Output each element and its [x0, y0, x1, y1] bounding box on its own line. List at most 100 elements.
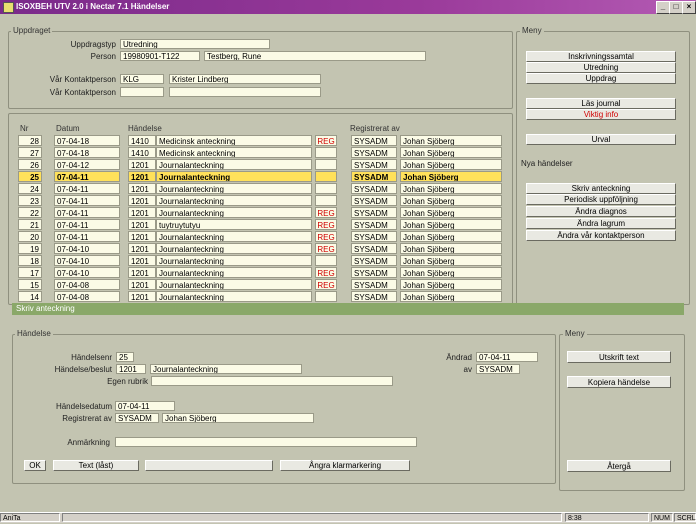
status-bar: AniTa 8:38 NUM SCRL	[0, 512, 696, 523]
row-datum: 07-04-18	[54, 147, 120, 158]
meny-label: Meny	[520, 26, 544, 35]
utredning-button[interactable]: Utredning	[526, 62, 676, 73]
handelsedatum-field[interactable]: 07-04-11	[115, 401, 175, 411]
row-reg: REG	[315, 267, 337, 278]
table-row[interactable]: 23 07-04-11 1201 Journalanteckning SYSADM Joh…	[18, 195, 518, 206]
andra-kontaktperson-button[interactable]: Ändra vår kontaktperson	[526, 230, 676, 241]
row-code: 1201	[128, 243, 156, 254]
kontakt2-code-field[interactable]	[120, 87, 164, 97]
av-field[interactable]: SYSADM	[476, 364, 520, 374]
table-row[interactable]: 22 07-04-11 1201 Journalanteckning REG SYSADM…	[18, 207, 518, 218]
row-name: Johan Sjöberg	[400, 135, 502, 146]
person-name-field[interactable]: Testberg, Rune	[204, 51, 426, 61]
row-user: SYSADM	[351, 207, 397, 218]
row-nr: 28	[18, 135, 42, 146]
egen-rubrik-label: Egen rubrik	[107, 377, 148, 386]
table-row[interactable]: 18 07-04-10 1201 Journalanteckning SYSADM Joh…	[18, 255, 518, 266]
periodisk-uppfoljning-button[interactable]: Periodisk uppföljning	[526, 194, 676, 205]
utskrift-text-button[interactable]: Utskrift text	[567, 351, 671, 363]
uppdrag-button[interactable]: Uppdrag	[526, 73, 676, 84]
maximize-button[interactable]: □	[669, 1, 683, 14]
row-nr: 15	[18, 279, 42, 290]
person-label: Person	[90, 52, 116, 61]
row-nr: 23	[18, 195, 42, 206]
table-row[interactable]: 20 07-04-11 1201 Journalanteckning REG SYSADM…	[18, 231, 518, 242]
angra-klarmarkering-button[interactable]: Ångra klarmarkering	[280, 460, 410, 471]
andrad-field[interactable]: 07-04-11	[476, 352, 538, 362]
urval-button[interactable]: Urval	[526, 134, 676, 145]
table-row[interactable]: 14 07-04-08 1201 Journalanteckning SYSADM Joh…	[18, 291, 518, 302]
reg-name-field[interactable]: Johan Sjöberg	[162, 413, 314, 423]
row-code: 1201	[128, 183, 156, 194]
reg-user-field[interactable]: SYSADM	[115, 413, 159, 423]
egen-rubrik-field[interactable]	[151, 376, 393, 386]
row-datum: 07-04-11	[54, 183, 120, 194]
row-text: tuytruytutyu	[156, 219, 312, 230]
row-reg: REG	[315, 207, 337, 218]
kopiera-handelse-button[interactable]: Kopiera händelse	[567, 376, 671, 388]
handelse-text-field[interactable]: Journalanteckning	[150, 364, 302, 374]
minimize-button[interactable]: _	[656, 1, 670, 14]
row-datum: 07-04-11	[54, 231, 120, 242]
row-user: SYSADM	[351, 183, 397, 194]
text-last-button[interactable]: Text (låst)	[53, 460, 139, 471]
row-datum: 07-04-08	[54, 291, 120, 302]
kontakt1-label: Vår Kontaktperson	[49, 75, 116, 84]
row-name: Johan Sjöberg	[400, 219, 502, 230]
table-row-selected[interactable]: 25 07-04-11 1201 Journalanteckning SYSADM Joh…	[18, 171, 518, 182]
table-row[interactable]: 19 07-04-10 1201 Journalanteckning REG SYSADM…	[18, 243, 518, 254]
nya-handelser-label: Nya händelser	[521, 159, 573, 168]
table-row[interactable]: 26 07-04-12 1201 Journalanteckning SYSADM Joh…	[18, 159, 518, 170]
inskrivningssamtal-button[interactable]: Inskrivningssamtal	[526, 51, 676, 62]
kontakt1-code-field[interactable]: KLG	[120, 74, 164, 84]
andra-diagnos-button[interactable]: Ändra diagnos	[526, 206, 676, 217]
row-text: Journalanteckning	[156, 267, 312, 278]
row-name: Johan Sjöberg	[400, 207, 502, 218]
table-row[interactable]: 15 07-04-08 1201 Journalanteckning REG SYSADM…	[18, 279, 518, 290]
row-code: 1201	[128, 231, 156, 242]
table-row[interactable]: 17 07-04-10 1201 Journalanteckning REG SYSADM…	[18, 267, 518, 278]
row-nr: 27	[18, 147, 42, 158]
skriv-anteckning-button[interactable]: Skriv anteckning	[526, 183, 676, 194]
row-user: SYSADM	[351, 135, 397, 146]
row-name: Johan Sjöberg	[400, 183, 502, 194]
handelse-code-field[interactable]: 1201	[116, 364, 146, 374]
anmarkning-field[interactable]	[115, 437, 417, 447]
andra-lagrum-button[interactable]: Ändra lagrum	[526, 218, 676, 229]
row-reg: REG	[315, 135, 337, 146]
row-reg	[315, 183, 337, 194]
row-nr: 26	[18, 159, 42, 170]
row-reg: REG	[315, 279, 337, 290]
table-row[interactable]: 28 07-04-18 1410 Medicinsk anteckning REG SYS…	[18, 135, 518, 146]
kontakt2-name-field[interactable]	[169, 87, 321, 97]
row-user: SYSADM	[351, 231, 397, 242]
row-user: SYSADM	[351, 147, 397, 158]
row-reg	[315, 147, 337, 158]
row-text: Journalanteckning	[156, 231, 312, 242]
row-reg: REG	[315, 219, 337, 230]
row-name: Johan Sjöberg	[400, 291, 502, 302]
person-id-field[interactable]: 19980901-T122	[120, 51, 200, 61]
close-button[interactable]: ×	[682, 1, 696, 14]
table-row[interactable]: 21 07-04-11 1201 tuytruytutyu REG SYSADM Johan…	[18, 219, 518, 230]
ok-button[interactable]: OK	[24, 460, 46, 471]
blank-button[interactable]	[145, 460, 273, 471]
row-text: Journalanteckning	[156, 171, 312, 182]
row-nr: 22	[18, 207, 42, 218]
row-datum: 07-04-11	[54, 171, 120, 182]
las-journal-button[interactable]: Läs journal	[526, 98, 676, 109]
table-row[interactable]: 27 07-04-18 1410 Medicinsk anteckning SYSADM…	[18, 147, 518, 158]
row-reg	[315, 255, 337, 266]
row-name: Johan Sjöberg	[400, 195, 502, 206]
handelsenr-field[interactable]: 25	[116, 352, 134, 362]
atergå-button[interactable]: Återgå	[567, 460, 671, 472]
table-row[interactable]: 24 07-04-11 1201 Journalanteckning SYSADM Joh…	[18, 183, 518, 194]
viktig-info-button[interactable]: Viktig info	[526, 109, 676, 120]
row-name: Johan Sjöberg	[400, 231, 502, 242]
row-code: 1201	[128, 291, 156, 302]
kontakt1-name-field[interactable]: Krister Lindberg	[169, 74, 321, 84]
title-bar: ISOXBEH UTV 2.0 i Nectar 7.1 Händelser _…	[0, 0, 696, 14]
kontakt2-label: Vår Kontaktperson	[49, 88, 116, 97]
row-user: SYSADM	[351, 291, 397, 302]
uppdragstyp-field[interactable]: Utredning	[120, 39, 270, 49]
